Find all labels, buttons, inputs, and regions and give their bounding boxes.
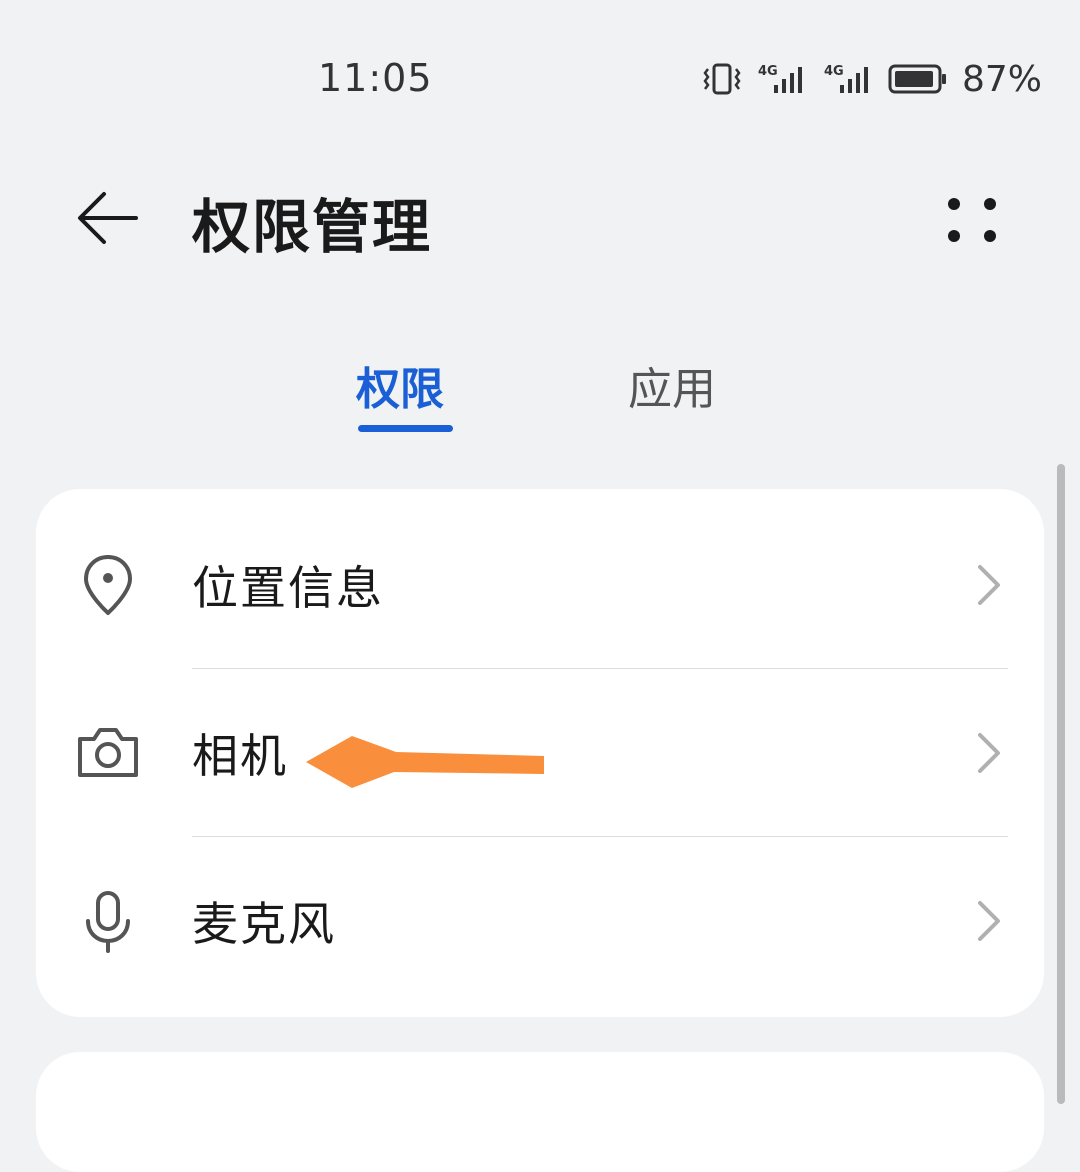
status-icons: 4G 4G 87%: [702, 56, 1042, 102]
signal-4g-icon: 4G: [824, 64, 868, 93]
permission-label: 麦克风: [192, 897, 336, 951]
microphone-icon: [86, 891, 130, 953]
location-pin-icon: [84, 555, 132, 615]
tab-permissions[interactable]: 权限: [356, 353, 444, 417]
page-title: 权限管理: [192, 193, 433, 261]
tab-apps[interactable]: 应用: [628, 353, 716, 417]
permission-list-card-next: [36, 1052, 1044, 1172]
signal-4g-icon: 4G: [758, 64, 802, 93]
tab-bar: 权限 应用: [0, 345, 1080, 445]
arrow-left-icon: [78, 192, 138, 244]
chevron-right-icon: [978, 901, 1000, 941]
status-bar: 11:05 4G 4G 87%: [0, 0, 1080, 150]
more-button[interactable]: [936, 184, 1008, 256]
status-time: 11:05: [318, 56, 433, 100]
annotation-arrow-icon: [306, 736, 544, 788]
header: 权限管理: [0, 160, 1080, 270]
battery-percent: 87%: [961, 58, 1042, 100]
signal-2-label: 4G: [824, 64, 844, 79]
more-dots-icon: [948, 198, 996, 242]
vibrate-icon: [703, 63, 741, 95]
active-tab-indicator: [358, 425, 453, 432]
signal-1-label: 4G: [758, 64, 778, 79]
chevron-right-icon: [978, 733, 1000, 773]
permission-label: 相机: [192, 729, 288, 783]
back-button[interactable]: [72, 182, 144, 254]
permission-row-microphone[interactable]: 麦克风: [36, 837, 1044, 1005]
permission-row-location[interactable]: 位置信息: [36, 501, 1044, 669]
scrollbar[interactable]: [1057, 464, 1065, 1104]
camera-icon: [78, 728, 138, 777]
permission-label: 位置信息: [192, 561, 384, 615]
chevron-right-icon: [978, 565, 1000, 605]
battery-icon: [888, 64, 946, 94]
